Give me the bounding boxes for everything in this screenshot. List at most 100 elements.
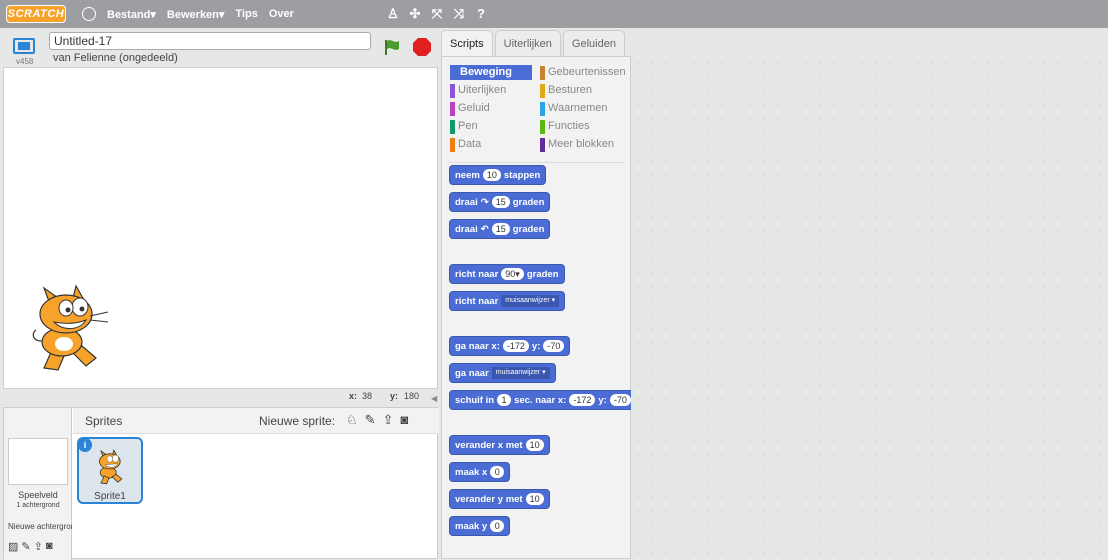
stage-thumbnail[interactable] [8, 438, 68, 485]
new-sprite-label: Nieuwe sprite: [259, 414, 336, 428]
block-input[interactable]: -172 [569, 394, 596, 406]
paintbrush-icon[interactable]: ✎ [21, 540, 30, 553]
stage-backdrop-count: 1 achtergrond [16, 502, 60, 509]
sprite-library-icon[interactable]: ♘ [346, 412, 358, 428]
motion-block[interactable]: draai ↶ 15 graden [449, 219, 551, 239]
x-value: 38 [362, 391, 373, 401]
shrink-icon[interactable]: ⤧ [430, 6, 444, 22]
block-text: draai [455, 196, 478, 208]
motion-block[interactable]: richt naar 90▾ graden [449, 264, 565, 284]
x-label: x: [349, 391, 358, 401]
stage-column: Speelveld 1 achtergrond Nieuwe achtergro… [4, 408, 72, 560]
script-area[interactable] [631, 56, 1108, 559]
block-input[interactable]: 10 [525, 493, 544, 505]
block-input[interactable]: 15 [491, 196, 510, 208]
project-title-input[interactable] [49, 32, 371, 50]
category-functies[interactable]: Functies [540, 119, 590, 134]
block-input[interactable]: -172 [502, 340, 529, 352]
category-waarnemen[interactable]: Waarnemen [540, 101, 608, 116]
y-label: y: [390, 391, 399, 401]
block-input[interactable]: -70 [609, 394, 631, 406]
paintbrush-icon[interactable]: ✎ [365, 412, 376, 428]
scratch-logo[interactable]: SCRATCH [6, 5, 66, 23]
collapse-handle[interactable]: ◀ [431, 394, 441, 404]
motion-block[interactable]: verander y met 10 [449, 489, 550, 509]
motion-block[interactable]: schuif in 1 sec. naar x: -172 y: -70 [449, 390, 637, 410]
stage-area: v458 van Felienne (ongedeeld) [3, 30, 438, 405]
block-input[interactable]: 10 [525, 439, 544, 451]
sprites-panel: Speelveld 1 achtergrond Nieuwe achtergro… [3, 407, 439, 560]
project-byline: van Felienne (ongedeeld) [53, 52, 178, 64]
upload-icon[interactable]: ⇪ [34, 540, 43, 553]
category-data[interactable]: Data [450, 137, 481, 152]
camera-icon[interactable]: ◙ [46, 540, 53, 553]
green-flag-icon[interactable] [383, 38, 401, 56]
shrink-arrows-icon[interactable]: ⤨ [452, 6, 466, 22]
block-text: ↷ [480, 196, 489, 208]
menu-over[interactable]: Over [269, 8, 294, 20]
menu-bestand[interactable]: Bestand▾ [107, 8, 156, 21]
stage-header: v458 van Felienne (ongedeeld) [3, 30, 438, 67]
block-input[interactable]: -70 [543, 340, 565, 352]
cat-sprite[interactable] [24, 278, 114, 373]
sprites-title: Sprites [85, 414, 123, 428]
new-sprite-tools: ♘ ✎ ⇪ ◙ [346, 412, 408, 428]
block-input[interactable]: 15 [491, 223, 510, 235]
motion-block[interactable]: ga naar muisaanwijzer ▾ [449, 363, 556, 383]
stamp-icon[interactable]: ♙ [386, 6, 400, 22]
cat-thumbnail [99, 449, 123, 485]
version-label: v458 [16, 57, 34, 66]
sprites-header: Sprites Nieuwe sprite: ♘ ✎ ⇪ ◙ [73, 408, 439, 434]
y-value: 180 [404, 391, 420, 401]
block-palette: Beweging Uiterlijken Geluid Pen Data Gebeurte… [441, 56, 637, 559]
new-backdrop-label: Nieuwe achtergrond: [8, 522, 72, 531]
block-text: graden [526, 268, 559, 280]
block-dropdown[interactable]: muisaanwijzer ▾ [501, 295, 560, 307]
motion-block[interactable]: maak y0 [449, 516, 511, 536]
motion-block[interactable]: neem 10 stappen [449, 165, 547, 185]
help-icon[interactable]: ? [474, 6, 488, 22]
block-text: sec. naar x: [514, 394, 567, 406]
category-meer-blokken[interactable]: Meer blokken [540, 137, 614, 152]
tab-costumes[interactable]: Uiterlijken [494, 30, 561, 56]
tab-sounds[interactable]: Geluiden [562, 30, 625, 56]
block-text: graden [512, 196, 545, 208]
block-dropdown[interactable]: muisaanwijzer ▾ [491, 367, 550, 379]
stop-icon[interactable] [412, 37, 432, 57]
category-gebeurtenissen[interactable]: Gebeurtenissen [540, 65, 626, 80]
menu-tips[interactable]: Tips [235, 8, 257, 20]
menu-bewerken[interactable]: Bewerken▾ [167, 8, 225, 21]
category-geluid[interactable]: Geluid [450, 101, 490, 116]
toolbar-icons: ♙ ✣ ⤧ ⤨ ? [386, 6, 488, 22]
block-input[interactable]: 1 [497, 394, 512, 406]
motion-block[interactable]: ga naar x: -172 y: -70 [449, 336, 571, 356]
block-input[interactable]: 90▾ [501, 268, 524, 280]
stage-canvas[interactable] [3, 67, 438, 389]
sprite-tile[interactable]: i Sprite1 [77, 437, 143, 504]
motion-block[interactable]: richt naar muisaanwijzer ▾ [449, 291, 566, 311]
tab-scripts[interactable]: Scripts [441, 30, 493, 57]
category-beweging[interactable]: Beweging [450, 65, 532, 80]
camera-icon[interactable]: ◙ [400, 412, 408, 428]
category-uiterlijken[interactable]: Uiterlijken [450, 83, 506, 98]
info-icon[interactable]: i [78, 438, 92, 452]
category-pen[interactable]: Pen [450, 119, 478, 134]
mouse-coordinates: x: 38 y: 180 [3, 391, 438, 405]
block-text: verander y met [455, 493, 523, 505]
block-text: ga naar x: [455, 340, 500, 352]
motion-block[interactable]: maak x0 [449, 462, 511, 482]
block-text: verander x met [455, 439, 523, 451]
category-besturen[interactable]: Besturen [540, 83, 592, 98]
grow-icon[interactable]: ✣ [408, 6, 422, 22]
upload-icon[interactable]: ⇪ [383, 412, 394, 428]
block-text: richt naar [455, 295, 499, 307]
motion-block[interactable]: draai ↷ 15 graden [449, 192, 551, 212]
block-input[interactable]: 0 [490, 520, 505, 532]
block-input[interactable]: 0 [490, 466, 505, 478]
block-input[interactable]: 10 [482, 169, 501, 181]
landscape-icon[interactable]: ▨ [8, 540, 18, 553]
fullscreen-icon[interactable] [13, 38, 35, 54]
motion-block[interactable]: verander x met 10 [449, 435, 550, 455]
block-text: richt naar [455, 268, 499, 280]
globe-icon[interactable] [82, 7, 96, 21]
